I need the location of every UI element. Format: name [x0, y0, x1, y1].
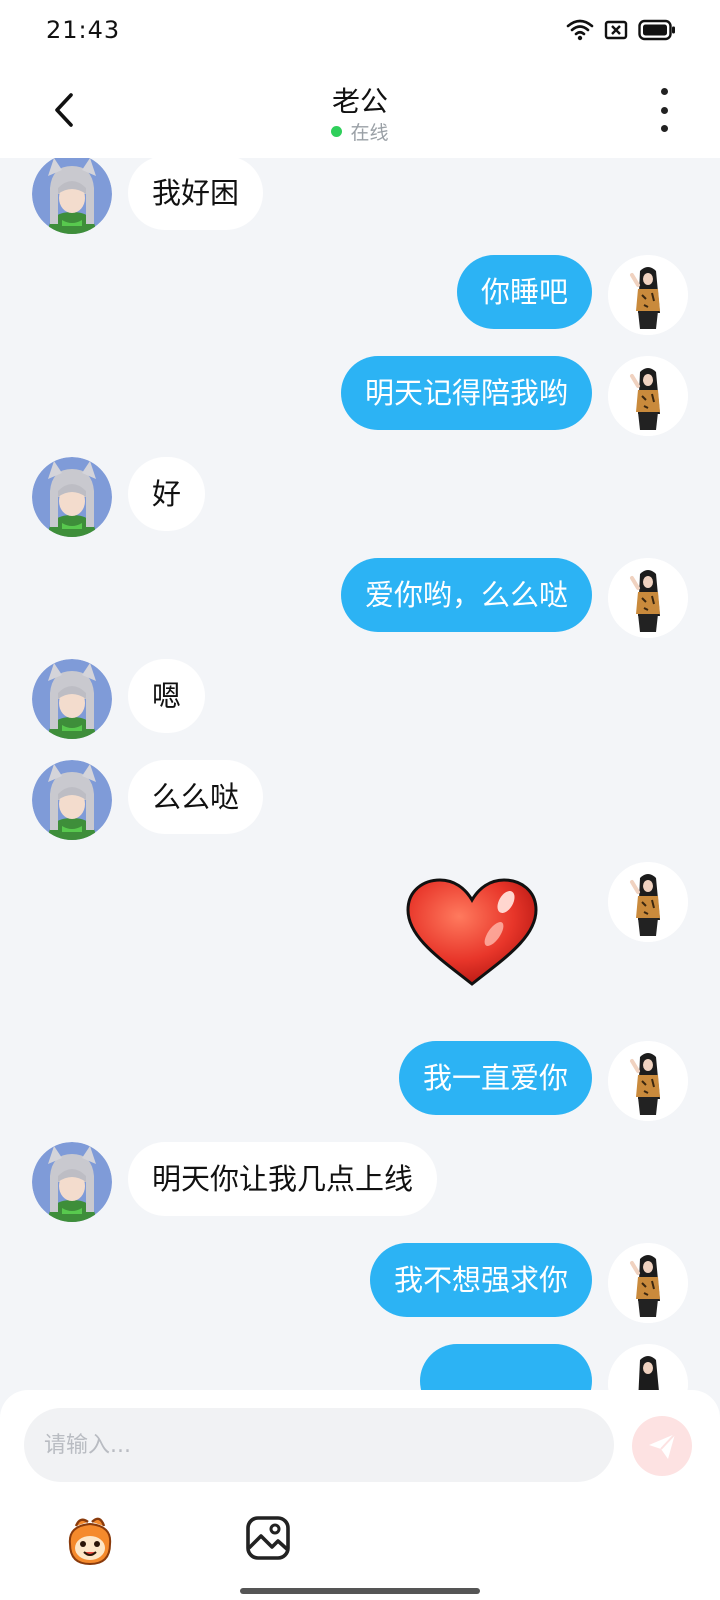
message-bubble[interactable]: 好	[128, 457, 206, 531]
message-row	[0, 862, 720, 1012]
contact-name: 老公	[331, 85, 388, 118]
message-bubble[interactable]: 你睡吧	[456, 255, 592, 329]
battery-icon	[638, 19, 675, 41]
my-avatar[interactable]	[608, 862, 688, 942]
message-bubble[interactable]: 明天你让我几点上线	[128, 1142, 438, 1216]
contact-avatar[interactable]	[32, 659, 112, 739]
contact-avatar[interactable]	[32, 457, 112, 537]
girl-avatar-icon	[608, 356, 688, 436]
anime-avatar-icon	[32, 457, 112, 537]
girl-avatar-icon	[608, 1243, 688, 1323]
anime-avatar-icon	[32, 760, 112, 840]
my-avatar[interactable]	[608, 1344, 688, 1390]
more-dot	[660, 106, 668, 114]
message-bubble[interactable]: 明天记得陪我哟	[340, 356, 592, 430]
message-bubble[interactable]: 么么哒	[128, 760, 264, 834]
message-bubble[interactable]: 我不想强求你	[369, 1243, 592, 1317]
message-bubble[interactable]	[420, 1344, 592, 1390]
message-bubble[interactable]: 我好困	[128, 158, 264, 230]
girl-avatar-icon	[608, 558, 688, 638]
message-row: 我好困	[0, 158, 720, 234]
message-row: 么么哒	[0, 760, 720, 840]
contact-avatar[interactable]	[32, 1142, 112, 1222]
sim-disabled-icon	[604, 20, 628, 40]
message-bubble[interactable]: 爱你哟，么么哒	[340, 558, 592, 632]
monkey-sticker-icon	[68, 1517, 112, 1566]
home-indicator[interactable]	[240, 1588, 480, 1594]
message-list[interactable]: 我好困 你睡吧 明天记得陪我哟 好 爱你哟，么么哒 嗯 么么哒 我一直爱你 明天…	[0, 158, 720, 1390]
online-status-label: 在线	[350, 122, 389, 144]
girl-avatar-icon	[608, 862, 688, 942]
message-row: 爱你哟，么么哒	[0, 558, 720, 638]
anime-avatar-icon	[32, 659, 112, 739]
anime-avatar-icon	[32, 1142, 112, 1222]
online-status: 在线	[0, 118, 720, 145]
contact-avatar[interactable]	[32, 158, 112, 234]
message-row: 明天你让我几点上线	[0, 1142, 720, 1222]
status-icons	[566, 18, 676, 42]
my-avatar[interactable]	[608, 356, 688, 436]
my-avatar[interactable]	[608, 1243, 688, 1323]
message-row: 我一直爱你	[0, 1041, 720, 1121]
anime-avatar-icon	[32, 158, 112, 234]
more-dot	[660, 125, 668, 132]
message-bubble[interactable]: 嗯	[128, 659, 206, 733]
heart-icon	[406, 878, 538, 986]
girl-avatar-icon	[608, 1344, 688, 1390]
more-dot	[660, 88, 668, 95]
message-composer	[0, 1390, 720, 1600]
wifi-icon	[566, 19, 594, 41]
girl-avatar-icon	[608, 255, 688, 335]
message-row: 你睡吧	[0, 255, 720, 335]
paper-plane-icon	[649, 1433, 676, 1459]
image-icon	[246, 1516, 290, 1560]
message-input[interactable]	[24, 1408, 614, 1482]
status-time: 21:43	[46, 16, 121, 44]
my-avatar[interactable]	[608, 558, 688, 638]
image-button[interactable]	[244, 1514, 300, 1570]
message-row: 好	[0, 457, 720, 537]
message-row: 明天记得陪我哟	[0, 356, 720, 436]
my-avatar[interactable]	[608, 1041, 688, 1121]
my-avatar[interactable]	[608, 255, 688, 335]
chat-header: 老公 在线	[0, 62, 720, 158]
girl-avatar-icon	[608, 1041, 688, 1121]
message-bubble[interactable]: 我一直爱你	[398, 1041, 592, 1115]
heart-sticker[interactable]	[402, 876, 542, 996]
status-bar: 21:43	[0, 0, 720, 62]
send-button[interactable]	[632, 1416, 692, 1476]
message-row: 我不想强求你	[0, 1243, 720, 1323]
message-row	[0, 1344, 720, 1390]
message-row: 嗯	[0, 659, 720, 739]
sticker-button[interactable]	[62, 1514, 118, 1570]
online-dot-icon	[331, 126, 343, 137]
contact-avatar[interactable]	[32, 760, 112, 840]
more-options-button[interactable]	[652, 88, 676, 132]
